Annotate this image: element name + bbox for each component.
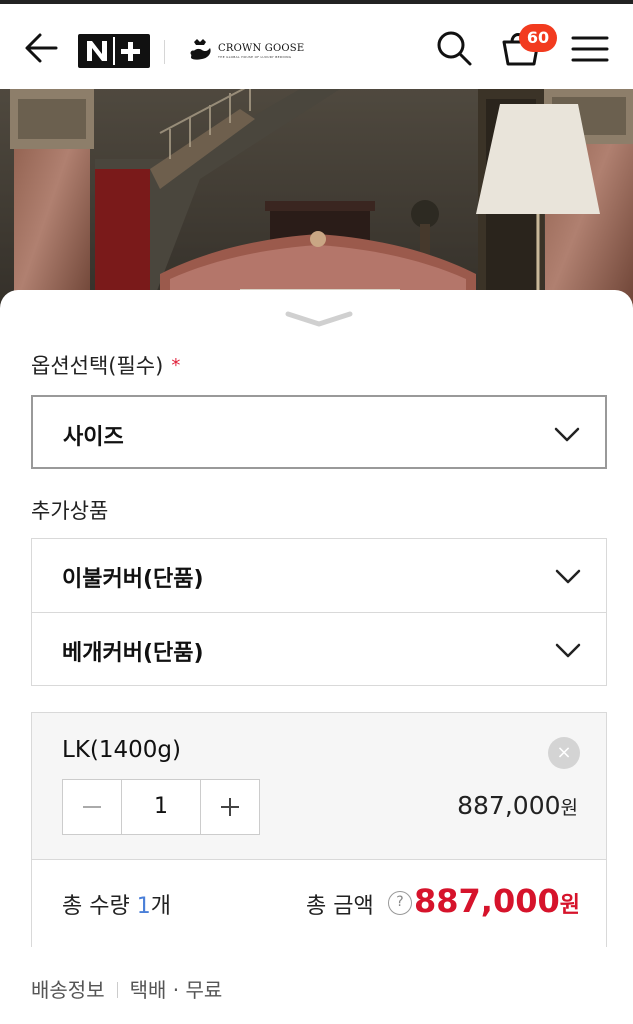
selected-item-detail: LK(1400g) × 1 887,000원 [32, 713, 606, 859]
total-quantity: 총 수량 1개 [62, 888, 171, 920]
goose-crown-icon [190, 39, 211, 60]
addon-select-duvet-cover[interactable]: 이불커버(단품) [32, 539, 606, 612]
total-price-label: 총 금액 [306, 894, 374, 919]
addon-select-pillow-cover[interactable]: 베개커버(단품) [32, 612, 606, 685]
quantity-input[interactable]: 1 [121, 780, 201, 834]
required-mark: * [171, 355, 181, 376]
selected-item-card: LK(1400g) × 1 887,000원 총 수량 1개 총 금액 ? 88… [31, 712, 607, 947]
item-price-value: 887,000 [457, 791, 561, 820]
total-quantity-suffix: 개 [150, 894, 171, 919]
hamburger-menu-icon[interactable] [570, 32, 610, 66]
sheet-collapse-handle-icon[interactable] [284, 308, 354, 330]
option-bottom-sheet: 옵션선택(필수) * 사이즈 추가상품 이불커버(단품) 베개커버(단품) LK(… [0, 290, 633, 1024]
size-select-label: 사이즈 [63, 425, 124, 450]
shipping-method: 택배 [129, 978, 167, 1002]
brand-name: CROWN GOOSE [218, 43, 305, 54]
arrow-left-icon[interactable] [22, 30, 60, 66]
chevron-down-icon [554, 427, 580, 442]
brand-tagline: THE GLOBAL HOUSE OF LUXURY BEDDING [218, 55, 292, 59]
shipping-dot: · [172, 978, 180, 1002]
option-section-label: 옵션선택(필수) [31, 354, 164, 378]
plus-icon [221, 798, 239, 816]
product-hero-image [0, 89, 633, 309]
option-section-title: 옵션선택(필수) * [31, 350, 180, 380]
total-price-value: 887,000 [414, 882, 560, 920]
total-price: 887,000원 [414, 882, 580, 920]
shipping-info-label: 배송정보 [31, 978, 105, 1002]
order-summary: 총 수량 1개 총 금액 ? 887,000원 [32, 859, 606, 947]
addon-select-label: 이불커버(단품) [62, 567, 204, 592]
total-price-currency: 원 [559, 893, 580, 918]
header-divider [164, 40, 165, 64]
minus-icon [83, 806, 101, 808]
bedroom-interior-photo [0, 89, 633, 309]
total-quantity-value: 1 [136, 894, 151, 919]
brand-logo[interactable]: CROWN GOOSE THE GLOBAL HOUSE OF LUXURY B… [188, 38, 304, 64]
help-icon[interactable]: ? [388, 891, 412, 915]
addon-select-label: 베개커버(단품) [62, 641, 204, 666]
shipping-info: 배송정보 택배 · 무료 [31, 974, 222, 1003]
top-header: CROWN GOOSE THE GLOBAL HOUSE OF LUXURY B… [0, 4, 633, 89]
cart-count-badge: 60 [519, 24, 557, 52]
addon-select-group: 이불커버(단품) 베개커버(단품) [31, 538, 607, 686]
selected-item-name: LK(1400g) [62, 737, 181, 763]
shipping-fee: 무료 [185, 978, 223, 1002]
chevron-down-icon [555, 643, 581, 658]
increase-quantity-button[interactable] [201, 780, 259, 834]
quantity-stepper: 1 [62, 779, 260, 835]
item-price-currency: 원 [560, 797, 578, 819]
item-price: 887,000원 [457, 791, 578, 820]
addon-section-title: 추가상품 [31, 499, 109, 523]
shipping-divider [116, 982, 118, 998]
total-quantity-prefix: 총 수량 [62, 894, 137, 919]
nplus-logo[interactable] [78, 34, 150, 68]
decrease-quantity-button[interactable] [63, 780, 121, 834]
remove-item-button[interactable]: × [548, 737, 580, 769]
chevron-down-icon [555, 569, 581, 584]
size-select[interactable]: 사이즈 [31, 395, 607, 469]
search-icon[interactable] [434, 28, 474, 68]
